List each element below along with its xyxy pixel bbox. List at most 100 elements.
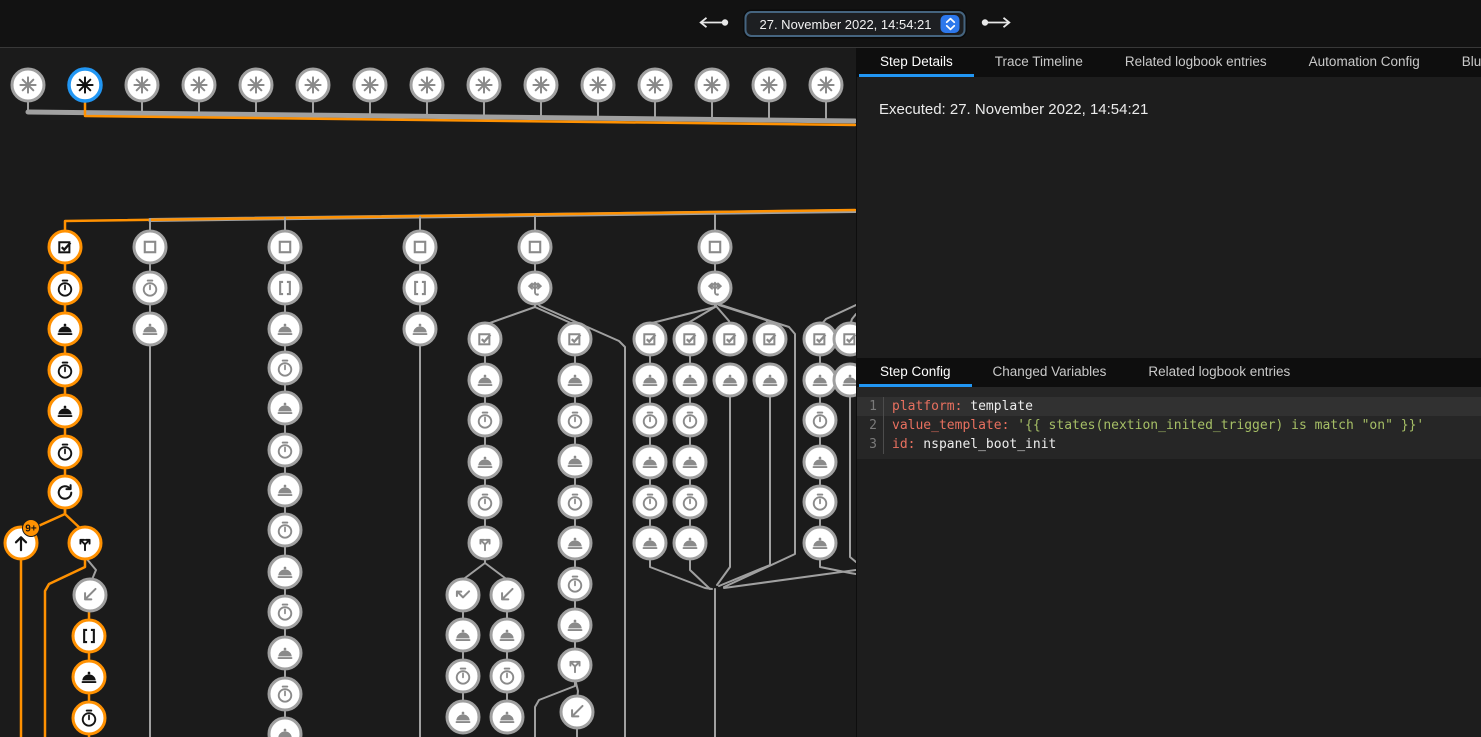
- previous-run-button[interactable]: [695, 14, 731, 34]
- trace-node[interactable]: [469, 323, 501, 355]
- trace-node[interactable]: [804, 364, 836, 396]
- trace-node[interactable]: [810, 69, 842, 101]
- trace-node[interactable]: [73, 702, 105, 734]
- trace-node[interactable]: [559, 527, 591, 559]
- trace-node[interactable]: [49, 272, 81, 304]
- trace-node[interactable]: [714, 364, 746, 396]
- tab-step-config[interactable]: Step Config: [859, 358, 972, 387]
- trace-node[interactable]: [404, 272, 436, 304]
- trace-node[interactable]: [269, 392, 301, 424]
- trace-node[interactable]: [634, 323, 666, 355]
- run-datetime-select[interactable]: 27. November 2022, 14:54:21: [744, 11, 965, 37]
- trace-node[interactable]: [404, 313, 436, 345]
- trace-node[interactable]: [469, 446, 501, 478]
- tab-trace-timeline[interactable]: Trace Timeline: [974, 48, 1104, 77]
- trace-node[interactable]: [559, 568, 591, 600]
- trace-node[interactable]: [804, 446, 836, 478]
- trace-node[interactable]: [447, 579, 479, 611]
- trace-node[interactable]: [519, 272, 551, 304]
- trace-node[interactable]: [469, 486, 501, 518]
- trace-node[interactable]: [73, 620, 105, 652]
- trace-node[interactable]: [447, 701, 479, 733]
- trace-node[interactable]: [804, 486, 836, 518]
- trace-node[interactable]: [297, 69, 329, 101]
- tab-changed-variables[interactable]: Changed Variables: [972, 358, 1128, 387]
- trace-node[interactable]: [634, 364, 666, 396]
- trace-node[interactable]: [634, 404, 666, 436]
- trace-node[interactable]: [491, 619, 523, 651]
- tab-automation-config[interactable]: Automation Config: [1288, 48, 1441, 77]
- trace-node[interactable]: [491, 701, 523, 733]
- trace-graph-canvas[interactable]: 9+: [0, 48, 856, 737]
- trace-node[interactable]: [49, 313, 81, 345]
- trace-node[interactable]: [804, 404, 836, 436]
- trace-node[interactable]: [12, 69, 44, 101]
- trace-node[interactable]: [49, 476, 81, 508]
- trace-node[interactable]: [714, 323, 746, 355]
- trace-node[interactable]: [491, 660, 523, 692]
- trace-node[interactable]: [519, 231, 551, 263]
- trace-node[interactable]: [447, 619, 479, 651]
- trace-node[interactable]: [404, 231, 436, 263]
- trace-node[interactable]: [269, 272, 301, 304]
- trace-node[interactable]: [674, 446, 706, 478]
- trace-node[interactable]: [674, 364, 706, 396]
- trace-node[interactable]: [491, 579, 523, 611]
- tab-related-logbook-entries[interactable]: Related logbook entries: [1127, 358, 1311, 387]
- trace-node[interactable]: [269, 556, 301, 588]
- trace-node[interactable]: [269, 352, 301, 384]
- tab-step-details[interactable]: Step Details: [859, 48, 974, 77]
- trace-node[interactable]: [469, 404, 501, 436]
- trace-node[interactable]: [73, 661, 105, 693]
- trace-node[interactable]: [754, 323, 786, 355]
- trace-node[interactable]: [69, 527, 101, 559]
- trace-node[interactable]: [559, 323, 591, 355]
- tab-related-logbook-entries[interactable]: Related logbook entries: [1104, 48, 1288, 77]
- trace-node[interactable]: [559, 609, 591, 641]
- trace-node[interactable]: [134, 313, 166, 345]
- trace-node[interactable]: [134, 272, 166, 304]
- trace-node[interactable]: [525, 69, 557, 101]
- tab-blueprint-config[interactable]: Blueprint Config: [1441, 48, 1481, 77]
- trace-node[interactable]: [269, 474, 301, 506]
- trace-node[interactable]: [126, 69, 158, 101]
- trace-node[interactable]: [634, 486, 666, 518]
- trace-node[interactable]: [634, 446, 666, 478]
- trace-node[interactable]: [354, 69, 386, 101]
- trace-node[interactable]: [469, 527, 501, 559]
- trace-node[interactable]: [674, 486, 706, 518]
- trace-node[interactable]: [269, 596, 301, 628]
- trace-node[interactable]: [834, 364, 856, 396]
- trace-node[interactable]: [269, 514, 301, 546]
- trace-node[interactable]: [69, 69, 101, 101]
- trace-node[interactable]: [269, 718, 301, 737]
- trace-node[interactable]: [834, 323, 856, 355]
- trace-node[interactable]: [134, 231, 166, 263]
- trace-node[interactable]: [699, 231, 731, 263]
- trace-node[interactable]: [804, 527, 836, 559]
- trace-node[interactable]: [699, 272, 731, 304]
- trace-node[interactable]: [411, 69, 443, 101]
- trace-node[interactable]: [49, 395, 81, 427]
- trace-node[interactable]: [469, 364, 501, 396]
- trace-node[interactable]: [559, 404, 591, 436]
- trace-node[interactable]: [49, 354, 81, 386]
- trace-node[interactable]: [559, 445, 591, 477]
- trace-node[interactable]: [269, 313, 301, 345]
- trace-node[interactable]: [269, 637, 301, 669]
- next-run-button[interactable]: [979, 14, 1015, 34]
- trace-node[interactable]: [559, 486, 591, 518]
- trace-node[interactable]: [674, 404, 706, 436]
- trace-node[interactable]: [559, 649, 591, 681]
- trace-node[interactable]: [269, 678, 301, 710]
- yaml-code-editor[interactable]: 1platform: template2value_template: '{{ …: [857, 387, 1481, 459]
- trace-node[interactable]: [634, 527, 666, 559]
- trace-node[interactable]: [183, 69, 215, 101]
- trace-node[interactable]: [468, 69, 500, 101]
- trace-node[interactable]: [639, 69, 671, 101]
- trace-node[interactable]: [49, 231, 81, 263]
- trace-node[interactable]: [674, 323, 706, 355]
- trace-node[interactable]: [269, 434, 301, 466]
- trace-node[interactable]: [49, 436, 81, 468]
- trace-node[interactable]: [753, 69, 785, 101]
